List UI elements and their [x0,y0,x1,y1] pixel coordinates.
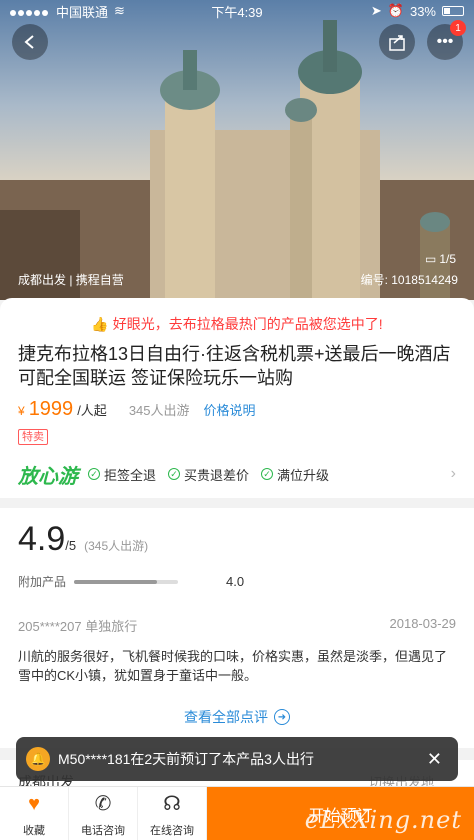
assurance-logo: 放心游 [18,463,78,488]
reviewer: 205****207 单独旅行 [18,619,138,634]
share-button[interactable] [379,24,415,60]
battery-icon [442,6,464,16]
product-title: 捷克布拉格13日自由行·往返含税机票+送最后一晚酒店 可配全国联运 签证保险玩乐… [18,344,451,388]
chevron-left-icon [24,35,34,49]
review-text: 川航的服务很好，飞机餐时候我的口味，价格实惠，虽然是淡季，但遇见了雪中的CK小镇… [18,649,448,683]
phone-label: 电话咨询 [81,825,125,837]
chat-label: 在线咨询 [150,825,194,837]
favorite-label: 收藏 [23,825,45,837]
toast-text: M50****181在2天前预订了本产品3人出行 [58,751,314,767]
share-icon [389,35,405,51]
assurance-item-label: 拒签全退 [104,467,157,483]
sub-rating-row: 附加产品 4.0 [0,559,474,590]
phone-icon: ✆ [94,793,112,815]
more-icon: ••• [436,33,454,50]
departure-info: 成都出发 | 携程自营 [18,273,124,287]
image-icon: ▭ [424,252,437,266]
rating-max: /5 [65,538,77,553]
price-unit: /人起 [77,403,107,418]
back-button[interactable] [12,24,48,60]
check-icon: ✓ [168,468,181,480]
status-bar: 中国联通 ≋ 下午4:39 ➤ ⏰ 33% [0,0,474,22]
hero-image[interactable]: 中国联通 ≋ 下午4:39 ➤ ⏰ 33% ••• 1 ▭ 1/5 成都出发 |… [0,0,474,300]
watermark: eLxXing.net [304,806,462,834]
review-meta: 205****207 单独旅行 2018-03-29 [0,590,474,635]
phone-button[interactable]: ✆ 电话咨询 [69,787,138,840]
product-card: 👍 好眼光，去布拉格最热门的产品被您选中了! 捷克布拉格13日自由行·往返含税机… [0,298,474,498]
more-button[interactable]: ••• 1 [427,20,466,60]
arrow-right-icon: ➜ [274,709,290,725]
rating-count: (345人出游) [84,539,149,553]
review-date: 2018-03-29 [389,616,457,631]
all-reviews-link[interactable]: 查看全部点评 ➜ [0,685,474,727]
hot-banner: 👍 好眼光，去布拉格最热门的产品被您选中了! [0,298,474,334]
sub-rating-label: 附加产品 [18,575,67,589]
image-counter: ▭ 1/5 [425,252,456,266]
notification-badge: 1 [450,20,466,36]
product-code: 编号: 1018514249 [360,273,458,287]
assurance-item-label: 买贵退差价 [184,467,250,483]
bell-icon: 🔔 [26,747,50,771]
special-tag: 特卖 [18,429,48,445]
price-note-link[interactable]: 价格说明 [204,400,256,419]
thumbs-up-icon: 👍 [91,316,109,332]
chevron-right-icon: › [450,465,456,482]
check-icon: ✓ [88,468,100,480]
sub-rating-score: 4.0 [226,574,245,589]
currency-symbol: ¥ [18,404,25,418]
traveler-count: 345人出游 [128,403,190,418]
hot-banner-text: 好眼光，去布拉格最热门的产品被您选中了! [112,316,383,332]
booking-toast: 🔔 M50****181在2天前预订了本产品3人出行 ✕ [16,737,458,781]
assurance-item: ✓ 满位升级 [261,465,329,484]
sub-rating-bar-fill [74,579,158,584]
assurance-item: ✓ 拒签全退 [88,465,156,484]
heart-icon: ♥ [28,793,40,815]
headset-icon: ☊ [163,793,181,815]
assurance-item-label: 满位升级 [277,467,330,483]
clock: 下午4:39 [211,4,263,20]
favorite-button[interactable]: ♥ 收藏 [0,787,69,840]
close-icon[interactable]: ✕ [421,749,448,770]
all-reviews-label: 查看全部点评 [184,709,268,725]
check-icon: ✓ [261,468,274,480]
book-button[interactable]: 开始预订 eLxXing.net [207,787,474,840]
sub-rating-bar [74,579,179,584]
image-counter-text: 1/5 [439,252,456,266]
assurance-item: ✓ 买贵退差价 [168,465,249,484]
score-row: 4.9 /5 (345人出游) [0,508,474,559]
bottom-bar: ♥ 收藏 ✆ 电话咨询 ☊ 在线咨询 开始预订 eLxXing.net [0,786,474,840]
price: 1999 [28,398,74,420]
assurance-row[interactable]: 放心游 ✓ 拒签全退 ✓ 买贵退差价 ✓ 满位升级 › [0,456,474,492]
rating-score: 4.9 [18,520,66,558]
price-row: ¥ 1999 /人起 345人出游 价格说明 [0,390,474,421]
chat-button[interactable]: ☊ 在线咨询 [138,787,207,840]
review-section: 4.9 /5 (345人出游) 附加产品 4.0 205****207 单独旅行… [0,508,474,748]
